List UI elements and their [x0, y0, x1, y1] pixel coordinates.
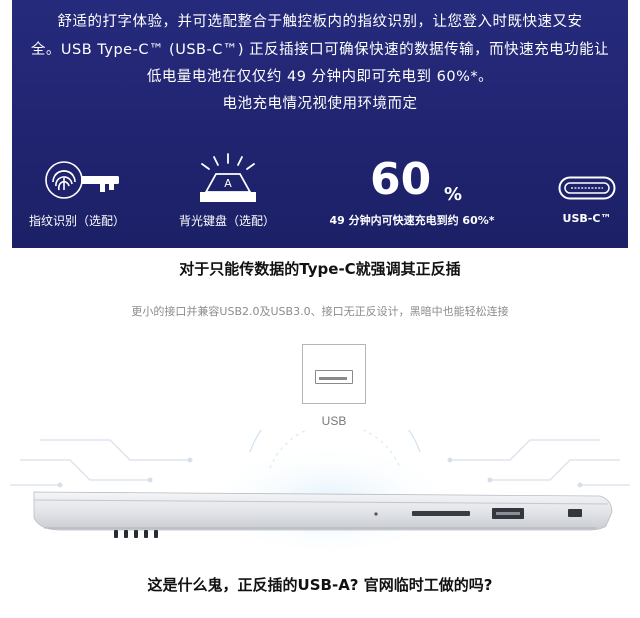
feature-backlit-keyboard: A 背光键盘（选配）	[152, 152, 302, 230]
section-subtitle: 更小的接口并兼容USB2.0及USB3.0、接口无正反设计，黑暗中也能轻松连接	[131, 305, 509, 318]
usb-c-port-icon	[558, 176, 616, 203]
backlit-keyboard-label: 背光键盘（选配）	[178, 214, 275, 228]
backlit-key-icon: A	[192, 152, 264, 211]
feature-fast-charge: 60 % 49 分钟内可快速充电到约 60%*	[312, 154, 512, 230]
feature-usb-c: USB-C™	[542, 168, 628, 230]
usb-c-label: USB-C™	[562, 212, 612, 225]
fingerprint-label: 指纹识别（选配）	[28, 214, 125, 228]
promo-banner: 舒适的打字体验，并可选配整合于触控板内的指纹识别，让您登入时既快速又安 全。US…	[12, 0, 628, 248]
intro-line-4: 电池充电情况视使用环境而定	[222, 96, 418, 112]
charge-label: 49 分钟内可快速充电到约 60%*	[329, 214, 495, 227]
key-letter: A	[224, 177, 232, 190]
fingerprint-key-icon	[44, 160, 124, 203]
feature-fingerprint: 指纹识别（选配）	[22, 160, 132, 230]
section-heading: 对于只能传数据的Type-C就强调其正反插	[179, 260, 461, 278]
intro-line-3: 低电量电池在仅仅约 49 分钟内即可充电到 60%*。	[146, 69, 494, 85]
charge-unit: %	[444, 184, 463, 205]
usb-a-port-icon	[315, 370, 353, 384]
charge-value: 60	[370, 154, 432, 205]
laptop-side-view	[0, 391, 640, 570]
usb-a-callout	[302, 344, 366, 404]
caption: 这是什么鬼，正反插的USB-A? 官网临时工做的吗?	[147, 576, 493, 594]
usb-callout-label: USB	[321, 414, 347, 428]
intro-line-1: 舒适的打字体验，并可选配整合于触控板内的指纹识别，让您登入时既快速又安	[57, 14, 583, 30]
intro-line-2: 全。USB Type-C™ (USB-C™) 正反插接口可确保快速的数据传输，而…	[30, 42, 610, 58]
